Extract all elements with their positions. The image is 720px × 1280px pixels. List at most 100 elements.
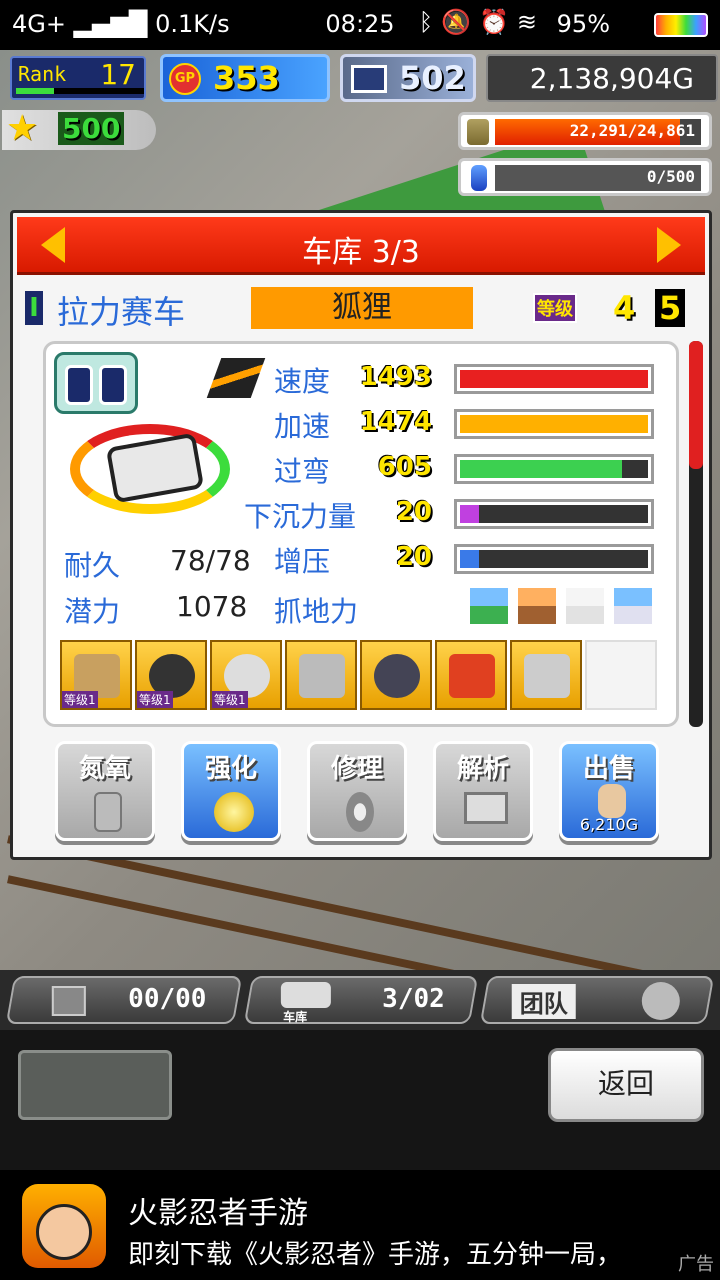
fuel-icon [467,119,489,145]
gp-box[interactable]: GP 353 [160,54,330,102]
stat-bar-fill [460,505,479,523]
chain-part-slot[interactable] [360,640,432,710]
potential-label: 潜力 [64,595,121,628]
muffler-part-slot[interactable] [285,640,357,710]
menu-area: 返回 [0,1030,720,1170]
clock: 08:25 [325,10,395,38]
rank-progress-fill [16,88,55,94]
mute-icon: 🔕 [441,8,479,36]
analyze-label: 解析 [456,754,509,784]
ninja-face-icon [36,1204,92,1260]
level-current: 4 [613,289,636,327]
empty-part-slot[interactable] [585,640,657,710]
parts-toggle-icon[interactable] [54,352,138,414]
gp-value: 353 [213,59,280,97]
rank-box[interactable]: Rank 17 [10,56,146,100]
car-name[interactable]: 狐狸 [251,287,473,329]
star-box: ★ 500 [2,108,156,150]
empty-icon [599,654,645,698]
snow-terrain-icon [564,586,606,626]
sell-label: 出售 [582,754,635,784]
empty-slot[interactable] [18,1050,172,1120]
garage-tab[interactable]: 车库 3/02 [243,976,479,1024]
repair-label: 修理 [330,754,383,784]
avatar-icon [641,982,680,1020]
stat-bar [454,544,654,574]
parts-row: 等级1 等级1 等级1 [60,640,664,712]
build-tab[interactable]: 00/00 [5,976,243,1024]
fuel-bar: 22,291/24,861 [458,112,712,150]
mountain-terrain-icon [468,586,510,626]
money-display: 2,138,904G [486,54,718,102]
analyze-button[interactable]: 解析 [433,741,533,841]
nitro-button[interactable]: 氮氧 [55,741,155,841]
stat-bar-fill [460,415,648,433]
stat-bar-fill [460,370,648,388]
brake-part-slot[interactable]: 等级1 [210,640,282,710]
stat-label: 增压 [274,545,331,578]
stat-label: 加速 [274,410,331,443]
part-level: 等级1 [62,691,98,708]
team-tab[interactable]: 团队 [479,976,715,1024]
computer-icon [351,65,387,93]
computer-icon [464,792,508,824]
oil-part-slot[interactable] [435,640,507,710]
panel-title: 车库 3/3 [302,235,420,270]
car-icon [280,982,331,1008]
scrollbar[interactable] [689,341,703,727]
egg-icon [214,792,254,832]
stat-bar-fill [460,460,622,478]
desert-terrain-icon [516,586,558,626]
nitro-label: 氮氧 [78,754,131,784]
build-count: 00/00 [128,984,207,1014]
part-level: 等级1 [212,691,248,708]
car-class-badge: I [25,291,43,325]
back-button[interactable]: 返回 [548,1048,704,1122]
stat-label: 速度 [274,365,331,398]
grip-label: 抓地力 [274,595,359,628]
ad-title[interactable]: 火影忍者手游 [128,1188,308,1232]
frame-icon [524,654,570,698]
potential-value: 1078 [176,590,248,623]
level-badge: 等级 [533,293,577,323]
garage-count: 3/02 [382,984,445,1014]
stat-bar [454,409,654,439]
stat-label: 下沉力量 [244,500,357,533]
gear-icon [346,792,374,832]
engine-part-slot[interactable]: 等级1 [60,640,132,710]
ad-banner[interactable]: 火影忍者手游 即刻下载《火影忍者》手游，五分钟一局， 广告 [0,1172,720,1280]
bottom-hud: 00/00 车库 3/02 团队 [0,970,720,1030]
stat-value: 1493 [359,362,432,392]
frame-part-slot[interactable] [510,640,582,710]
star-value: 500 [58,112,125,145]
sell-button[interactable]: 出售 6,210G [559,741,659,841]
money-bag-icon [598,784,626,818]
lightning-icon [206,358,266,398]
sell-price: 6,210G [579,815,639,834]
stat-label: 过弯 [274,455,331,488]
rank-value: 17 [100,58,136,91]
durability-value: 78/78 [170,544,251,577]
tire-part-slot[interactable]: 等级1 [135,640,207,710]
box-icon [51,986,86,1016]
upgrade-button[interactable]: 强化 [181,741,281,841]
stat-value: 20 [395,497,432,527]
ad-app-icon[interactable] [22,1184,106,1268]
car-body [105,432,205,504]
durability-label: 耐久 [64,549,121,582]
water-bar: 0/500 [458,158,712,196]
repair-button[interactable]: 修理 [307,741,407,841]
gp-coin-icon: GP [169,63,201,95]
car-category: 拉力赛车 [57,293,186,331]
pc-box[interactable]: 502 [340,54,476,102]
water-icon [471,165,487,191]
part-level: 等级1 [137,691,173,708]
car-image [70,424,230,514]
scrollbar-thumb[interactable] [689,341,703,469]
next-arrow-icon[interactable] [657,227,681,263]
team-label: 团队 [511,984,576,1019]
battery-percent: 95% [556,10,610,38]
ad-description[interactable]: 即刻下载《火影忍者》手游，五分钟一局， [128,1234,688,1271]
garage-panel: 车库 3/3 I 拉力赛车 狐狸 等级 4 5 速度 1493 加速 1474 过弯 60… [10,210,712,860]
chain-icon [374,654,420,698]
